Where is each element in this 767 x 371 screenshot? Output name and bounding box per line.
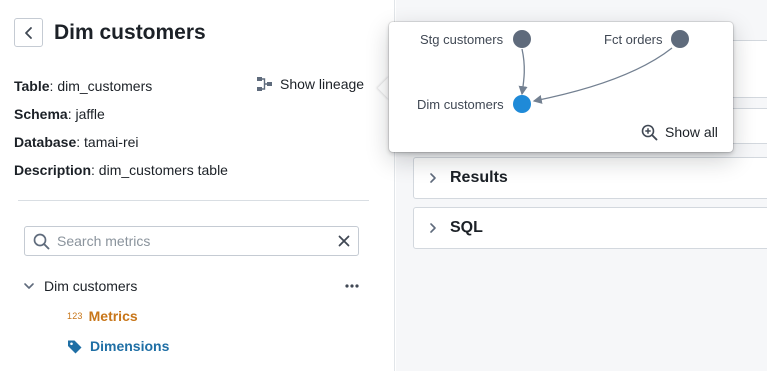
more-options-icon[interactable] [344, 278, 360, 294]
show-lineage-label: Show lineage [280, 76, 365, 92]
schema-label: Schema [14, 106, 68, 122]
tree-item-metrics-label: Metrics [88, 308, 138, 324]
description-detail: Description: dim_customers table [14, 162, 228, 178]
tree-node-dim-customers[interactable]: Dim customers [22, 276, 362, 296]
lineage-node-label: Dim customers [417, 97, 504, 112]
tree-item-dimensions-label: Dimensions [90, 338, 170, 354]
tree-node-label: Dim customers [44, 278, 138, 294]
chevron-left-icon [24, 26, 32, 39]
back-button[interactable] [14, 18, 43, 47]
show-all-label: Show all [665, 124, 718, 140]
tag-icon [68, 340, 82, 353]
numeric-icon: 123 [67, 311, 83, 321]
page-title: Dim customers [54, 21, 206, 44]
results-section: Results [413, 157, 767, 199]
search-icon [33, 233, 50, 250]
results-header[interactable]: Results [414, 158, 767, 198]
description-label: Description [14, 162, 92, 178]
show-lineage-button[interactable]: Show lineage [256, 74, 364, 94]
lineage-node-label: Fct orders [604, 32, 663, 47]
chevron-right-icon [428, 172, 438, 184]
table-detail: Table: dim_customers [14, 78, 153, 94]
schema-value: jaffle [75, 106, 105, 122]
lineage-node-stg-customers[interactable] [513, 30, 531, 48]
close-icon [338, 235, 350, 247]
zoom-in-icon [641, 124, 658, 140]
search-input[interactable] [57, 233, 338, 249]
database-detail: Database: tamai-rei [14, 134, 139, 150]
database-value: tamai-rei [84, 134, 139, 150]
lineage-edge [532, 47, 673, 104]
lineage-node-dim-customers[interactable] [513, 95, 531, 113]
lineage-edge [518, 48, 528, 96]
left-panel: Dim customers Table: dim_customers Schem… [0, 0, 395, 371]
divider [18, 200, 369, 201]
chevron-right-icon [428, 222, 438, 234]
table-value: dim_customers [57, 78, 153, 94]
sql-label: SQL [450, 219, 483, 236]
description-value: dim_customers table [98, 162, 228, 178]
search-field[interactable] [24, 226, 359, 256]
sql-header[interactable]: SQL [414, 208, 767, 248]
lineage-popover: Stg customers Fct orders Dim customers S… [389, 22, 733, 152]
show-all-button[interactable]: Show all [641, 122, 718, 142]
sql-section: SQL [413, 207, 767, 249]
lineage-node-fct-orders[interactable] [671, 30, 689, 48]
tree-item-dimensions[interactable]: Dimensions [67, 336, 169, 356]
lineage-icon [257, 77, 272, 91]
lineage-node-label: Stg customers [420, 32, 504, 47]
table-label: Table [14, 78, 50, 94]
results-label: Results [450, 169, 508, 186]
tree-item-metrics[interactable]: 123 Metrics [67, 306, 138, 326]
clear-search-button[interactable] [338, 235, 350, 247]
schema-detail: Schema: jaffle [14, 106, 105, 122]
chevron-down-icon[interactable] [22, 280, 36, 292]
database-label: Database [14, 134, 77, 150]
